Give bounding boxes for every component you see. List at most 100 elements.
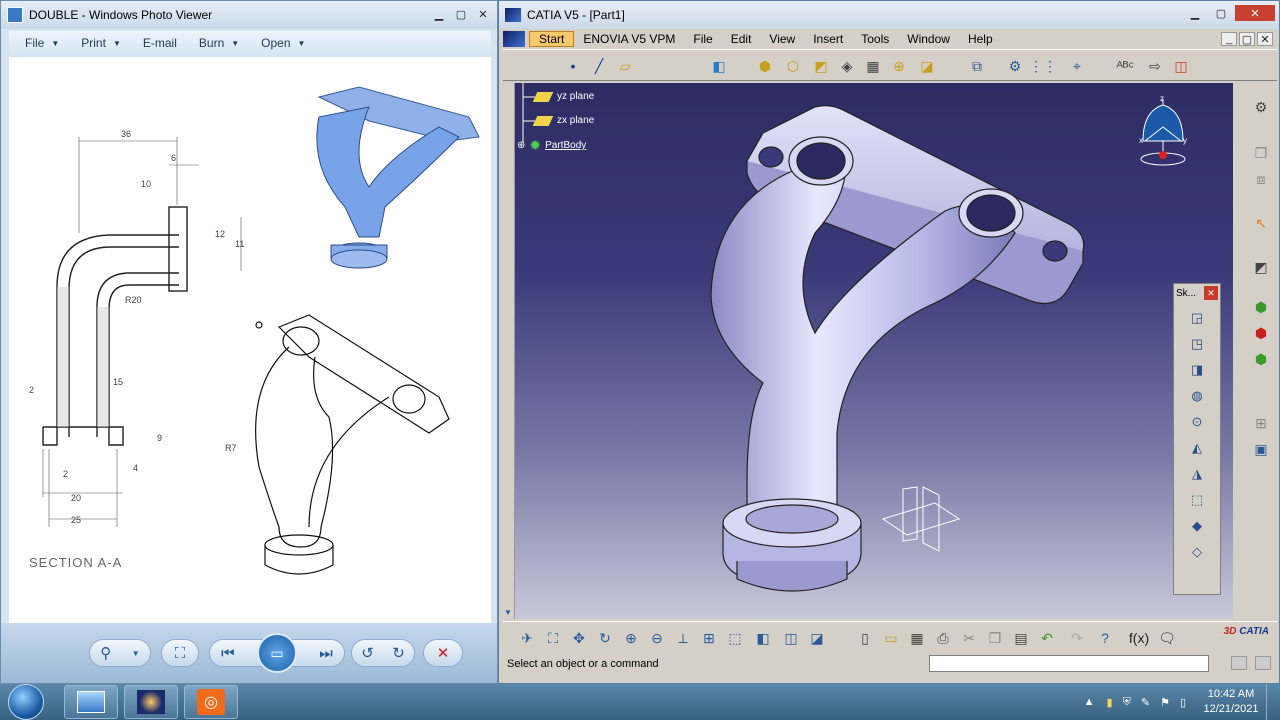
pan-icon[interactable]: ✥ [569, 628, 589, 648]
multi-section-icon[interactable]: ▦ [863, 56, 883, 76]
menu-insert[interactable]: Insert [804, 32, 852, 46]
taskbar-app-photo-viewer[interactable] [64, 685, 118, 719]
multi-view-icon[interactable]: ⊞ [699, 628, 719, 648]
thickness-icon[interactable]: ◇ [1186, 542, 1208, 562]
minimize-button[interactable]: ▁ [429, 6, 449, 22]
grid-icon[interactable]: ⋮⋮ [1029, 56, 1057, 76]
taskbar-app-catia[interactable] [124, 685, 178, 719]
mirror-icon[interactable]: ◨ [1186, 360, 1208, 380]
tree-item-partbody[interactable]: ⊕ ✹ PartBody [517, 137, 586, 154]
menu-tools[interactable]: Tools [852, 32, 898, 46]
expand-icon[interactable]: ⊕ [517, 140, 525, 151]
annotation-icon[interactable]: ⇨ [1145, 56, 1165, 76]
help-icon[interactable]: ? [1095, 628, 1115, 648]
pad-icon[interactable]: ⬢ [1251, 297, 1271, 317]
flag-icon[interactable]: ⚑ [1160, 696, 1170, 709]
boolean-icon[interactable]: ⧉ [967, 56, 987, 76]
menu-view[interactable]: View [760, 32, 804, 46]
sketch-panel-header[interactable]: Sk... ✕ [1174, 284, 1220, 302]
cube-icon[interactable]: ⬚ [1186, 490, 1208, 510]
actual-size-button[interactable]: ⛶ [161, 639, 199, 667]
clock[interactable]: 10:42 AM 12/21/2021 [1196, 687, 1266, 717]
photo-viewer-titlebar[interactable]: DOUBLE - Windows Photo Viewer ▁ ▢ ✕ [1, 1, 497, 29]
close-button[interactable]: ✕ [473, 6, 493, 22]
plane-icon[interactable]: ▱ [615, 56, 635, 76]
pad-icon[interactable]: ⬢ [755, 56, 775, 76]
menu-burn[interactable]: Burn ▼ [199, 36, 239, 50]
print-icon[interactable]: ⎙ [933, 628, 953, 648]
undo-icon[interactable]: ↶ [1037, 628, 1057, 648]
zoom-button[interactable]: ⚲ ▼ [89, 639, 151, 667]
measure-icon[interactable]: ⚙ [1005, 56, 1025, 76]
point-icon[interactable]: • [563, 56, 583, 76]
text-icon[interactable]: ᴬᴮᶜ [1115, 56, 1135, 76]
open-icon[interactable]: ▭ [881, 628, 901, 648]
shell-icon[interactable]: ◆ [1186, 516, 1208, 536]
show-hidden-icons-icon[interactable]: ▲ [1084, 696, 1095, 708]
menu-window[interactable]: Window [898, 32, 959, 46]
fillet-icon[interactable]: ◪ [917, 56, 937, 76]
formula-icon[interactable]: f(x) [1129, 628, 1149, 648]
maximize-button[interactable]: ▢ [451, 6, 471, 22]
shield-icon[interactable]: ⛨ [1123, 696, 1131, 709]
zoom-in-icon[interactable]: ⊕ [621, 628, 641, 648]
sketch-icon[interactable]: ◲ [1186, 308, 1208, 328]
3d-model-view[interactable] [515, 83, 1233, 619]
fit-all-icon[interactable]: ⛶ [543, 628, 563, 648]
hole-icon[interactable]: ⊙ [1186, 412, 1208, 432]
material-icon[interactable]: ◫ [1171, 56, 1191, 76]
menu-file[interactable]: File [684, 32, 721, 46]
menu-open[interactable]: Open ▼ [261, 36, 305, 50]
tree-item-yz-plane[interactable]: yz plane [532, 91, 594, 102]
chamfer-icon[interactable]: ◮ [1186, 464, 1208, 484]
delete-button[interactable]: ✕ [423, 639, 463, 667]
normal-view-icon[interactable]: ⟂ [673, 628, 693, 648]
doc-minimize-button[interactable]: _ [1221, 32, 1237, 46]
rotate-ccw-icon[interactable]: ↺ [361, 644, 374, 662]
fly-icon[interactable]: ✈ [517, 628, 537, 648]
restore-button[interactable]: ▢ [1209, 5, 1233, 21]
redo-icon[interactable]: ↷ [1067, 628, 1087, 648]
rib-icon[interactable]: ◈ [837, 56, 857, 76]
menu-print[interactable]: Print ▼ [81, 36, 121, 50]
close-button[interactable]: ✕ [1235, 5, 1275, 21]
3d-viewport[interactable]: yz plane zx plane ⊕ ✹ PartBody z x y [515, 83, 1233, 619]
vertical-scrollbar[interactable]: ▼ [503, 83, 515, 619]
menu-start[interactable]: Start [529, 31, 575, 47]
iso-view-icon[interactable]: ⬚ [725, 628, 745, 648]
comment-icon[interactable]: 🗨 [1157, 628, 1177, 648]
network-icon[interactable]: ▮ [1107, 696, 1113, 709]
rotate-icon[interactable]: ↻ [595, 628, 615, 648]
compass-widget[interactable]: z x y [1133, 91, 1193, 171]
positioned-sketch-icon[interactable]: ◳ [1186, 334, 1208, 354]
pocket-icon[interactable]: ⬡ [783, 56, 803, 76]
start-button[interactable] [8, 684, 44, 720]
sketcher-icon[interactable]: ◧ [709, 56, 729, 76]
save-icon[interactable]: ▦ [907, 628, 927, 648]
new-icon[interactable]: ▯ [855, 628, 875, 648]
hole-icon[interactable]: ⊕ [889, 56, 909, 76]
next-icon[interactable]: ⏭ [319, 645, 333, 662]
menu-file[interactable]: File ▼ [25, 36, 59, 50]
line-icon[interactable]: ╱ [589, 56, 609, 76]
snap-icon[interactable]: ⌖ [1067, 56, 1087, 76]
pocket-icon[interactable]: ⬢ [1251, 323, 1271, 343]
doc-close-button[interactable]: ✕ [1257, 32, 1273, 46]
draft-icon[interactable]: ◭ [1186, 438, 1208, 458]
paste-icon[interactable]: ▤ [1011, 628, 1031, 648]
menu-help[interactable]: Help [959, 32, 1002, 46]
menu-enovia[interactable]: ENOVIA V5 VPM [574, 32, 684, 46]
copy-icon[interactable]: ❐ [985, 628, 1005, 648]
previous-icon[interactable]: ⏮ [221, 645, 235, 662]
minimize-button[interactable]: ▁ [1183, 5, 1207, 21]
catia-titlebar[interactable]: CATIA V5 - [Part1] ▁ ▢ ✕ [499, 1, 1279, 29]
slideshow-icon[interactable]: ▭ [256, 633, 297, 673]
hide-show-icon[interactable]: ◫ [781, 628, 801, 648]
action-center-icon[interactable]: ✎ [1141, 696, 1150, 709]
copy-icon[interactable]: ❐ [1251, 143, 1271, 163]
show-desktop-button[interactable] [1266, 684, 1280, 720]
cut-icon[interactable]: ✂ [959, 628, 979, 648]
shading-icon[interactable]: ◧ [753, 628, 773, 648]
zoom-out-icon[interactable]: ⊖ [647, 628, 667, 648]
cylinder-icon[interactable]: ◍ [1186, 386, 1208, 406]
